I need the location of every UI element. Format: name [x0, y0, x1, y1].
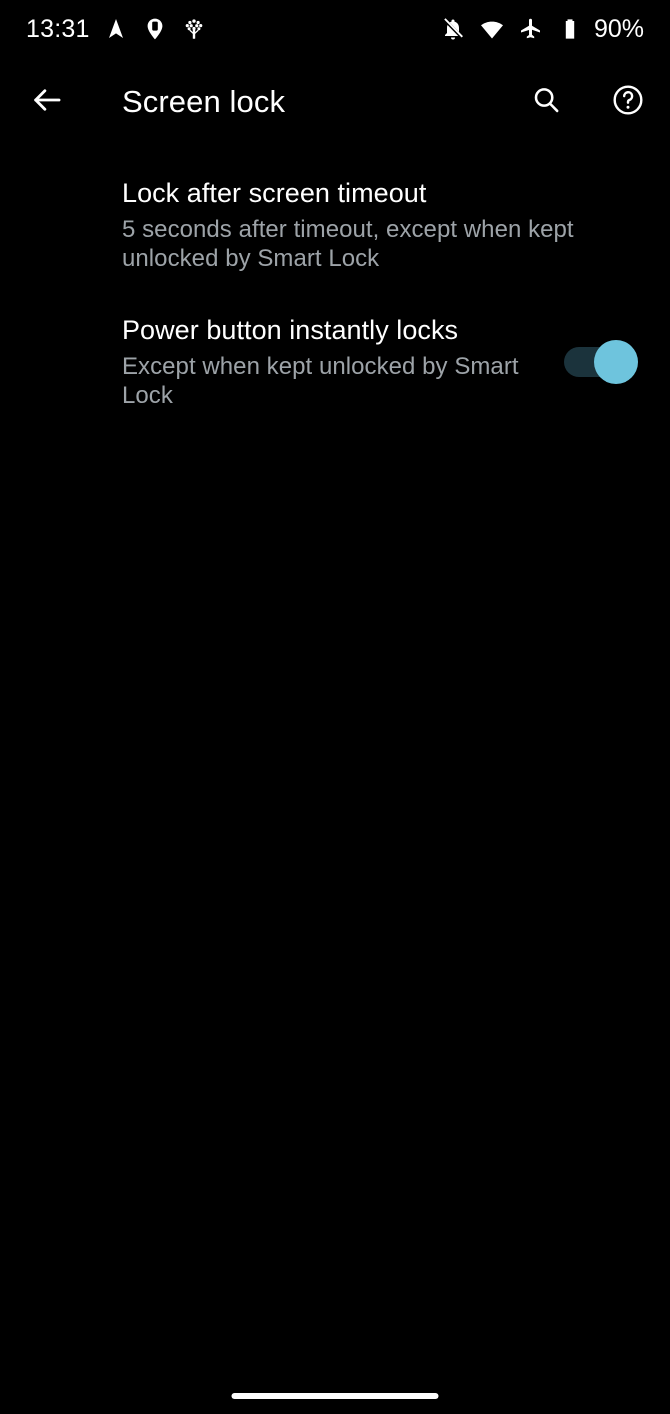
arrow-back-icon — [30, 83, 64, 122]
help-button[interactable] — [602, 76, 654, 128]
preference-summary: 5 seconds after timeout, except when kep… — [122, 216, 574, 272]
search-button[interactable] — [520, 76, 572, 128]
status-bar: 13:31 90% — [0, 0, 670, 58]
notifications-off-icon — [440, 16, 466, 42]
preference-title: Power button instantly locks — [122, 315, 459, 345]
gesture-nav-handle[interactable] — [231, 1393, 439, 1399]
screen-lock-settings-screen: 13:31 90% Screen lock Lock after screen … — [0, 0, 670, 1414]
battery-icon — [557, 16, 583, 42]
status-bar-right-group: 90% — [440, 16, 644, 42]
preference-list: Lock after screen timeout 5 seconds afte… — [0, 146, 670, 430]
app-bar: Screen lock — [0, 58, 670, 146]
airplane-mode-icon — [518, 16, 544, 42]
page-title: Screen lock — [122, 84, 286, 119]
back-button[interactable] — [22, 77, 72, 127]
wifi-icon — [479, 16, 505, 42]
battery-percentage-label: 90% — [593, 14, 644, 43]
preference-text-block: Power button instantly locks Except when… — [122, 313, 564, 410]
preference-power-button-instantly-locks[interactable]: Power button instantly locks Except when… — [0, 289, 670, 430]
power-button-instantly-locks-toggle[interactable] — [564, 339, 638, 384]
help-circle-icon — [611, 83, 645, 122]
navigation-arrow-icon — [103, 16, 129, 42]
gesture-navigation-bar — [0, 1370, 670, 1414]
toggle-thumb — [594, 339, 638, 384]
preference-lock-after-screen-timeout[interactable]: Lock after screen timeout 5 seconds afte… — [0, 146, 670, 289]
status-bar-clock: 13:31 — [26, 14, 90, 43]
search-icon — [530, 84, 562, 121]
device-location-pin-icon — [142, 16, 168, 42]
status-bar-left-group: 13:31 — [26, 16, 207, 42]
preference-title: Lock after screen timeout — [122, 178, 427, 208]
preference-text-block: Lock after screen timeout 5 seconds afte… — [122, 176, 646, 273]
tree-app-icon — [181, 16, 207, 42]
preference-summary: Except when kept unlocked by Smart Lock — [122, 353, 519, 409]
